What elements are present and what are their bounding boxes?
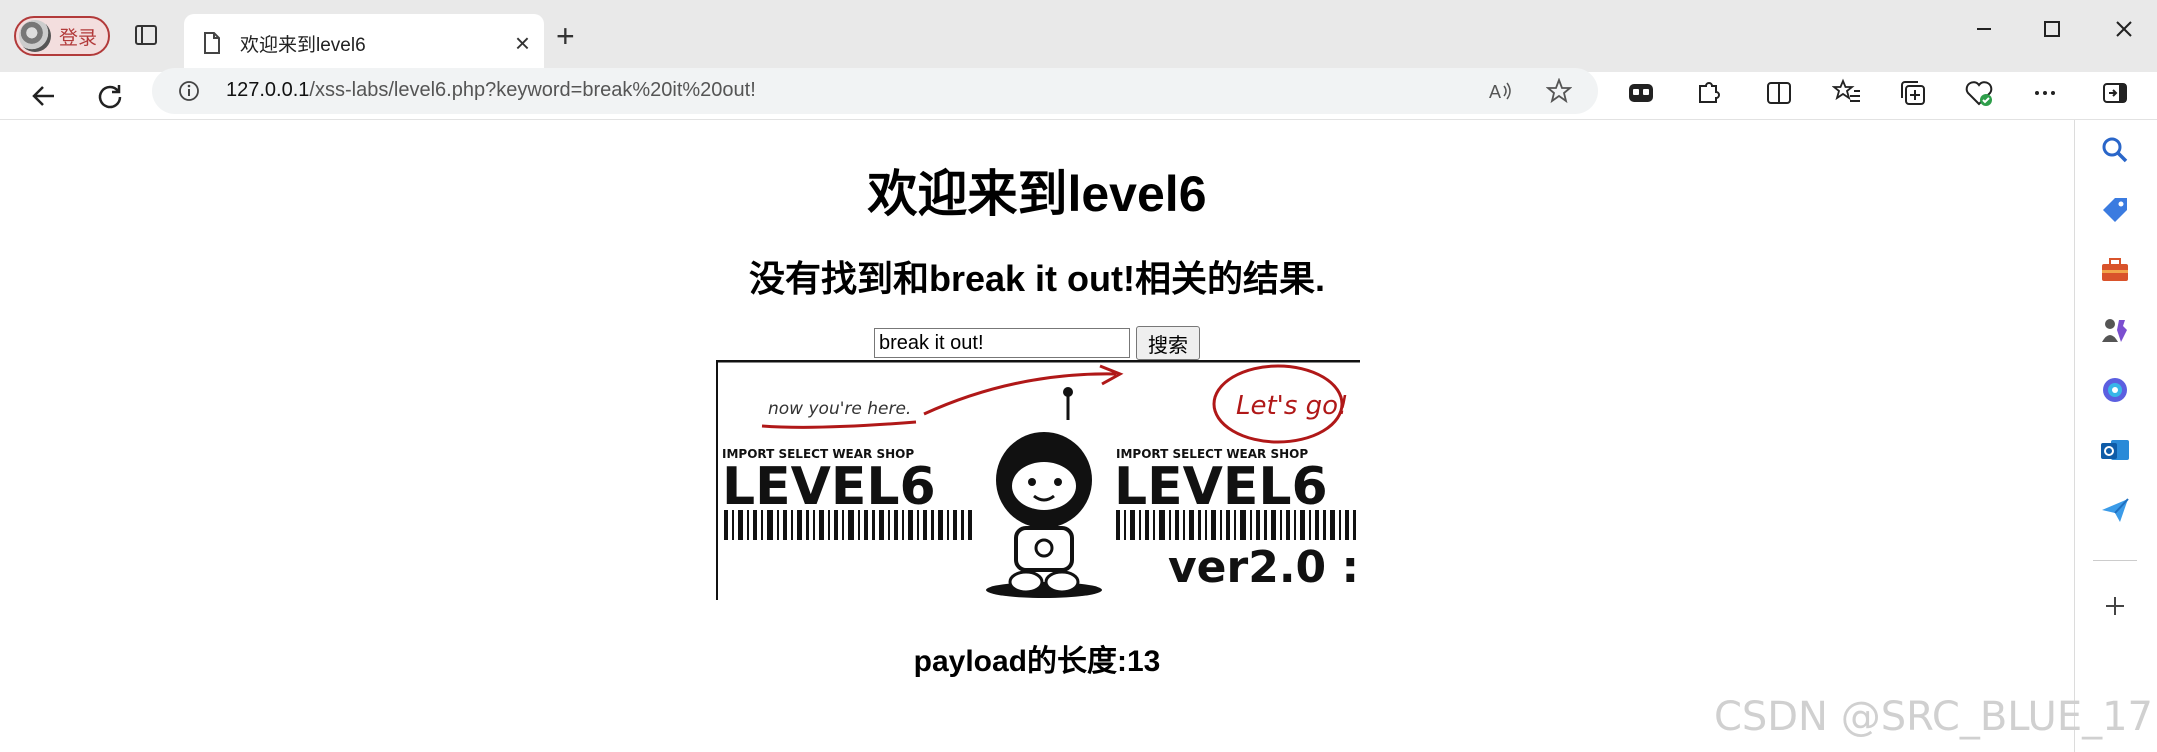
refresh-icon[interactable] <box>92 78 128 114</box>
page-title: 欢迎来到level6 <box>867 166 1207 222</box>
url-host: 127.0.0.1 <box>226 79 310 101</box>
more-options-icon[interactable] <box>2030 78 2060 108</box>
tab-actions-icon[interactable] <box>134 24 158 46</box>
search-icon[interactable] <box>2099 134 2131 166</box>
close-tab-icon[interactable]: × <box>515 30 530 56</box>
collections-icon[interactable] <box>1898 78 1928 108</box>
games-icon[interactable] <box>2099 314 2131 346</box>
browser-essentials-icon[interactable] <box>1964 78 1994 108</box>
banner-now-text: now you're here. <box>768 399 911 419</box>
address-bar[interactable]: 127.0.0.1/xss-labs/level6.php?keyword=br… <box>152 68 1598 114</box>
file-icon <box>204 32 220 54</box>
favorite-star-icon[interactable] <box>1546 78 1572 104</box>
puzzle-extensions-icon[interactable] <box>1694 78 1724 108</box>
edge-sidebar <box>2074 120 2157 752</box>
sidebar-divider <box>2093 560 2137 561</box>
new-tab-icon[interactable]: + <box>556 20 575 52</box>
banner-level-right: LEVEL6 <box>1114 457 1328 517</box>
banner-version: ver2.0 : <box>1168 542 1359 593</box>
profile-label: 登录 <box>59 27 98 49</box>
search-button[interactable]: 搜索 <box>1136 326 1200 360</box>
favorites-icon[interactable] <box>1832 78 1862 108</box>
result-heading: 没有找到和break it out!相关的结果. <box>748 258 1326 299</box>
outlook-icon[interactable] <box>2099 434 2131 466</box>
read-aloud-icon[interactable]: A <box>1488 78 1514 104</box>
banner-level-left: LEVEL6 <box>722 457 936 517</box>
banner-lets-go: Let's go! <box>1236 391 1348 421</box>
url-path: /xss-labs/level6.php?keyword=break%20it%… <box>309 79 756 101</box>
add-icon[interactable] <box>2099 590 2131 622</box>
split-screen-icon[interactable] <box>1764 78 1794 108</box>
avatar <box>19 20 51 52</box>
tab-active[interactable]: 欢迎来到level6 × <box>184 14 544 72</box>
url-text[interactable]: 127.0.0.1/xss-labs/level6.php?keyword=br… <box>226 79 756 102</box>
copilot-icon[interactable] <box>2099 374 2131 406</box>
tab-title: 欢迎来到level6 <box>240 34 366 56</box>
payload-length: payload的长度:13 <box>913 645 1161 678</box>
toolbox-icon[interactable] <box>2099 254 2131 286</box>
maximize-icon[interactable] <box>2032 14 2072 44</box>
sidebar-toggle-icon[interactable] <box>2100 78 2130 108</box>
info-icon[interactable] <box>178 80 200 102</box>
page-content: 欢迎来到level6 没有找到和break it out!相关的结果. 搜索 n… <box>0 120 2074 752</box>
back-icon[interactable] <box>26 78 62 114</box>
watermark: CSDN @SRC_BLUE_17 <box>1713 694 2153 740</box>
send-icon[interactable] <box>2099 494 2131 526</box>
close-window-icon[interactable] <box>2104 14 2144 44</box>
search-input[interactable] <box>874 328 1130 358</box>
extension-icon[interactable] <box>1626 78 1656 108</box>
svg-text:A: A <box>1489 82 1501 102</box>
level-banner-image: now you're here. Let's go! IMPORT SELECT… <box>716 360 1360 600</box>
profile-button[interactable]: 登录 <box>14 16 110 56</box>
minimize-icon[interactable] <box>1964 14 2004 44</box>
title-bar: 登录 欢迎来到level6 × + <box>0 0 2157 72</box>
tag-icon[interactable] <box>2099 194 2131 226</box>
